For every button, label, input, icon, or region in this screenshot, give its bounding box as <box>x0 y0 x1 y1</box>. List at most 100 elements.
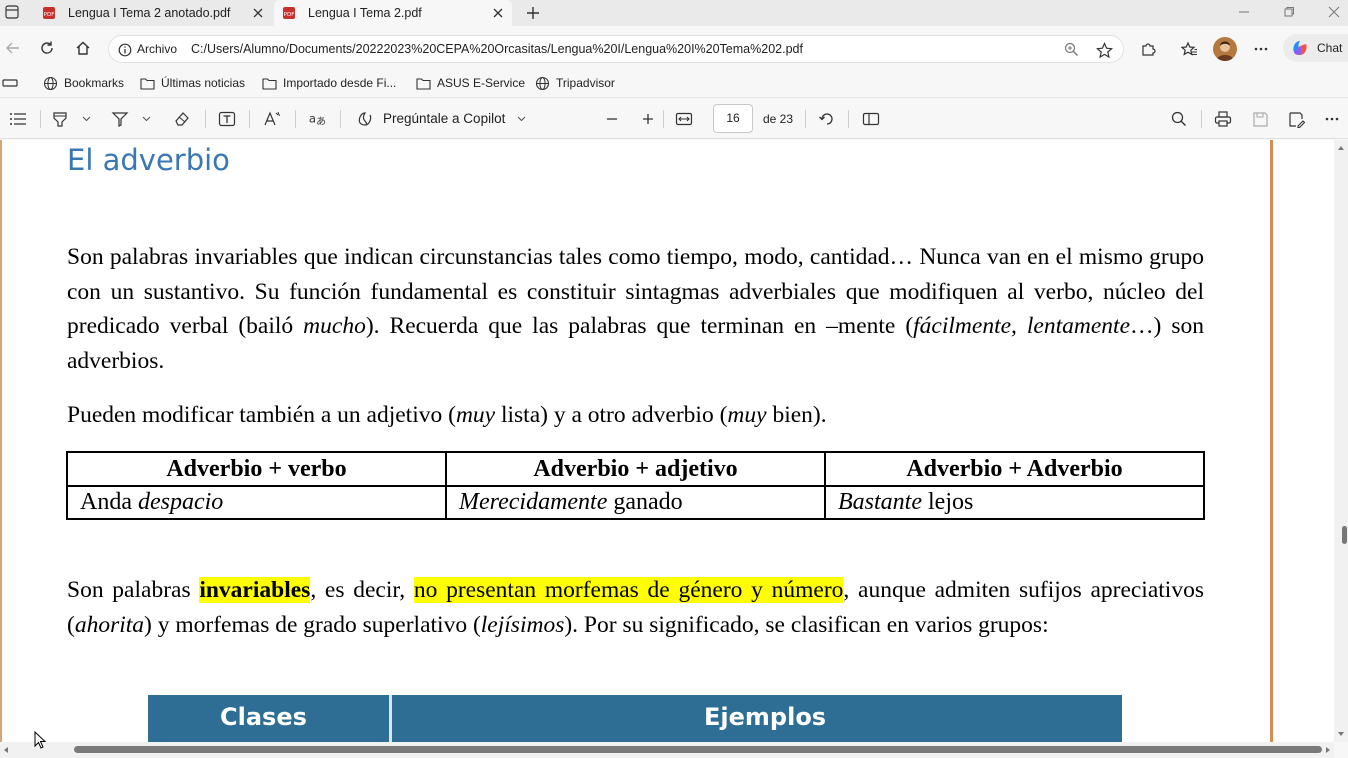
pdf-viewport[interactable]: El adverbio Son palabras invariables que… <box>0 140 1334 742</box>
horizontal-scrollbar[interactable] <box>0 731 1334 758</box>
folder-icon <box>415 75 431 91</box>
separator <box>295 110 296 128</box>
zoom-in-icon[interactable] <box>639 110 657 128</box>
highlighted-text: invariables <box>199 577 311 603</box>
tab-actions-icon[interactable] <box>4 4 20 20</box>
copilot-chat-button[interactable]: Chat <box>1283 34 1348 62</box>
search-icon[interactable] <box>1170 110 1188 128</box>
chevron-down-icon[interactable] <box>81 114 91 124</box>
back-icon[interactable] <box>4 39 22 57</box>
chat-label: Chat <box>1317 41 1343 55</box>
table-of-contents-icon[interactable] <box>9 110 27 128</box>
more-tools-icon[interactable] <box>1323 110 1341 128</box>
bookmark-asus-eservice[interactable]: ASUS E-Service <box>415 75 525 91</box>
zoom-out-icon[interactable] <box>603 110 621 128</box>
tab-lengua-tema2[interactable]: PDF Lengua I Tema 2.pdf <box>274 0 512 26</box>
fit-width-icon[interactable] <box>675 110 693 128</box>
save-icon[interactable] <box>1251 110 1269 128</box>
svg-text:PDF: PDF <box>44 12 55 18</box>
pdf-icon: PDF <box>42 6 56 20</box>
highlight-icon[interactable] <box>51 110 69 128</box>
close-window-icon[interactable] <box>1326 4 1342 20</box>
chevron-down-icon[interactable] <box>141 114 151 124</box>
address-bar[interactable]: Archivo C:/Users/Alumno/Documents/202220… <box>108 35 1124 63</box>
text-run: ganado <box>607 489 683 515</box>
url-text[interactable]: C:/Users/Alumno/Documents/20222023%20CEP… <box>191 42 803 56</box>
scroll-right-icon[interactable] <box>1324 746 1332 754</box>
copilot-outline-icon <box>356 110 374 128</box>
separator <box>40 110 41 128</box>
navigation-bar: Archivo C:/Users/Alumno/Documents/202220… <box>0 26 1348 70</box>
text-run: ) y morfemas de grado superlativo ( <box>144 611 481 638</box>
save-as-icon[interactable] <box>1287 110 1305 128</box>
bookmarks-bar-toggle-icon[interactable] <box>2 75 18 91</box>
bookmark-ultimas-noticias[interactable]: Últimas noticias <box>139 75 245 91</box>
info-icon[interactable] <box>117 42 132 57</box>
translate-icon[interactable]: aあ <box>308 110 326 128</box>
draw-icon[interactable] <box>111 110 129 128</box>
classes-header-label: Clases <box>220 703 307 731</box>
svg-text:あ: あ <box>316 115 326 127</box>
paragraph-classification: Son palabras invariables, es decir, no p… <box>67 573 1204 642</box>
bookmark-tripadvisor[interactable]: Tripadvisor <box>534 75 615 91</box>
globe-icon <box>534 75 550 91</box>
vertical-scrollbar[interactable] <box>1334 140 1348 742</box>
folder-icon <box>139 75 155 91</box>
favorite-star-icon[interactable] <box>1095 41 1113 59</box>
read-aloud-icon[interactable] <box>263 110 281 128</box>
bookmark-bookmarks[interactable]: Bookmarks <box>42 75 124 91</box>
bookmark-label: ASUS E-Service <box>437 76 526 90</box>
separator <box>1201 110 1202 128</box>
more-options-icon[interactable] <box>1252 40 1270 58</box>
pdf-toolbar: aあ Pregúntale a Copilot 16 de 23 <box>0 97 1348 139</box>
page-number-input[interactable]: 16 <box>713 104 753 133</box>
text-run: Son palabras <box>67 577 200 603</box>
text-run: bien). <box>766 402 827 428</box>
bookmark-label: Tripadvisor <box>556 76 615 90</box>
column-divider <box>389 695 392 742</box>
svg-text:PDF: PDF <box>284 12 295 18</box>
minimize-icon[interactable] <box>1236 4 1252 20</box>
ask-copilot-button[interactable]: Pregúntale a Copilot <box>354 104 532 133</box>
text-run-italic: ahorita <box>74 611 145 638</box>
scroll-up-icon[interactable] <box>1337 144 1345 152</box>
close-tab-icon[interactable] <box>250 5 266 21</box>
vertical-scroll-thumb[interactable] <box>1342 526 1347 544</box>
scroll-down-icon[interactable] <box>1337 730 1345 738</box>
tab-lengua-anotado[interactable]: PDF Lengua I Tema 2 anotado.pdf <box>34 0 272 26</box>
rotate-icon[interactable] <box>818 110 836 128</box>
text-run-italic: despacio <box>137 489 224 515</box>
restore-icon[interactable] <box>1281 4 1297 20</box>
text-run-italic: muy <box>455 402 496 428</box>
profile-avatar[interactable] <box>1213 37 1237 61</box>
pdf-icon: PDF <box>282 6 296 20</box>
refresh-icon[interactable] <box>38 39 56 57</box>
page-total-label: de 23 <box>763 112 794 126</box>
page-view-icon[interactable] <box>862 110 880 128</box>
mouse-cursor-icon <box>33 730 47 750</box>
scroll-left-icon[interactable] <box>2 746 10 754</box>
favorites-icon[interactable] <box>1180 40 1198 58</box>
bookmark-importado[interactable]: Importado desde Fi... <box>261 75 396 91</box>
home-icon[interactable] <box>74 39 92 57</box>
text-run-italic: Merecidamente <box>459 489 608 515</box>
close-tab-icon[interactable] <box>490 5 506 21</box>
print-icon[interactable] <box>1214 110 1232 128</box>
eraser-icon[interactable] <box>173 110 191 128</box>
text-run-italic: fácilmente, lentamente <box>913 313 1131 339</box>
bookmark-label: Últimas noticias <box>161 76 246 90</box>
add-text-icon[interactable] <box>218 110 236 128</box>
zoom-icon[interactable] <box>1063 41 1079 57</box>
copilot-label: Pregúntale a Copilot <box>383 111 506 126</box>
new-tab-icon[interactable] <box>524 4 542 22</box>
table-cell: Merecidamente ganado <box>445 485 826 520</box>
separator <box>249 110 250 128</box>
horizontal-scroll-thumb[interactable] <box>74 746 1322 753</box>
text-run: Pueden modificar también a un adjetivo ( <box>67 402 456 428</box>
table-header: Adverbio + verbo <box>66 451 447 487</box>
text-run: lejos <box>922 489 974 515</box>
text-run: ). Por su significado, se clasifican en … <box>564 611 1049 638</box>
extensions-icon[interactable] <box>1139 40 1157 58</box>
table-header: Adverbio + adjetivo <box>445 451 826 487</box>
text-run-italic: muy <box>727 402 767 428</box>
